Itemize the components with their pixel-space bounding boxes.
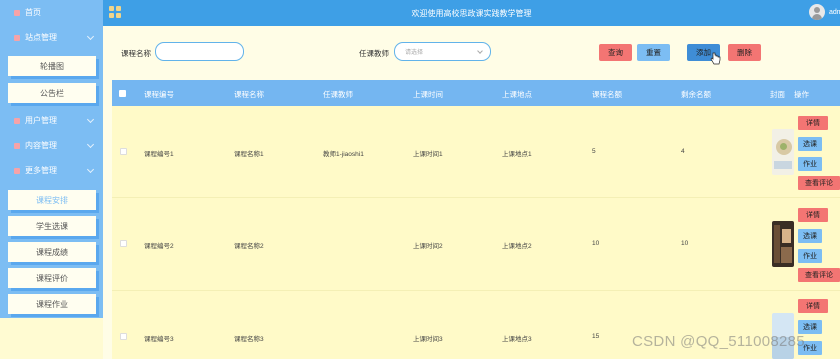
row-checkbox[interactable]: [120, 333, 127, 340]
sidebar-subitem-label: 轮播图: [40, 61, 64, 71]
username[interactable]: adm: [829, 9, 840, 16]
sidebar-subitem-notice[interactable]: 公告栏: [8, 83, 96, 103]
cell-remaining: 4: [681, 148, 685, 155]
watermark: CSDN @QQ_511008285: [632, 333, 805, 350]
sidebar-item-label: 用户管理: [25, 116, 57, 125]
cell-quota: 10: [592, 240, 600, 247]
row-checkbox[interactable]: [120, 240, 127, 247]
sidebar-subitem-label: 课程作业: [36, 299, 68, 309]
query-button[interactable]: 查询: [599, 44, 632, 61]
course-name-label: 课程名称: [121, 49, 151, 58]
sidebar-subitem-course-grades[interactable]: 课程成绩: [8, 242, 96, 262]
sidebar-item-label: 站点管理: [25, 33, 57, 42]
cell-class-time: 上课时间2: [413, 243, 443, 250]
cell-quota: 5: [592, 148, 596, 155]
content-icon: [14, 142, 20, 149]
reset-button[interactable]: 重置: [637, 44, 670, 61]
select-course-button[interactable]: 选课: [798, 229, 822, 243]
chevron-down-icon: [86, 140, 95, 149]
chevron-down-icon: [86, 32, 95, 41]
cell-class-time: 上课时间1: [413, 151, 443, 158]
cover-image: [772, 221, 794, 267]
sidebar-item-site-management[interactable]: 站点管理: [0, 25, 103, 50]
sidebar-item-label: 内容管理: [25, 141, 57, 150]
cell-class-place: 上课地点1: [502, 151, 532, 158]
sidebar-subitem-label: 公告栏: [40, 88, 64, 98]
row-checkbox[interactable]: [120, 148, 127, 155]
table-header: 课程编号 课程名称 任课教师 上课时间 上课地点 课程名额 剩余名额 封面 操作: [112, 80, 840, 106]
cell-teacher: 教师1-jiaoshi1: [323, 151, 364, 158]
cell-class-time: 上课时间3: [413, 336, 443, 343]
sidebar-item-home[interactable]: 首页: [0, 0, 103, 25]
homework-button[interactable]: 作业: [798, 249, 822, 263]
cell-class-place: 上课地点2: [502, 243, 532, 250]
header-quota: 课程名额: [592, 90, 622, 99]
sidebar-subitem-course-evaluation[interactable]: 课程评价: [8, 268, 96, 288]
sidebar-subitem-course-homework[interactable]: 课程作业: [8, 294, 96, 314]
sidebar-item-more-management[interactable]: 更多管理: [0, 158, 103, 183]
sidebar-subitem-label: 课程安排: [36, 195, 68, 205]
course-name-input[interactable]: [155, 42, 244, 61]
table-row[interactable]: 课程编号1 课程名称1 教师1-jiaoshi1 上课时间1 上课地点1 5 4…: [112, 106, 840, 198]
teacher-select-placeholder: 请选择: [405, 50, 424, 56]
view-comments-button[interactable]: 查看评论: [798, 176, 840, 190]
site-icon: [14, 34, 20, 41]
cell-remaining: 10: [681, 240, 689, 247]
teacher-label: 任课教师: [359, 49, 389, 58]
cell-course-code: 课程编号3: [144, 336, 174, 343]
sidebar-subitem-course-schedule[interactable]: 课程安排: [8, 190, 96, 210]
sidebar-subitem-label: 学生选课: [36, 221, 68, 231]
page-title: 欢迎使用高校思政课实践教学管理: [411, 9, 532, 18]
delete-button[interactable]: 删除: [728, 44, 761, 61]
sidebar: 首页 站点管理 轮播图 公告栏 用户管理 内容管理 更多管理 课程安排 学生选课…: [0, 0, 103, 359]
sidebar-item-label: 首页: [25, 8, 41, 17]
header-class-place: 上课地点: [502, 90, 532, 99]
sidebar-subitem-label: 课程成绩: [36, 247, 68, 257]
header-actions: 操作: [794, 90, 809, 99]
table-row[interactable]: 课程编号2 课程名称2 上课时间2 上课地点2 10 10 详情 选课 作业 查…: [112, 198, 840, 291]
hand-cursor-icon: [710, 52, 721, 65]
cell-course-name: 课程名称1: [234, 151, 264, 158]
select-all-checkbox[interactable]: [119, 90, 126, 97]
detail-button[interactable]: 详情: [798, 116, 828, 130]
sidebar-item-user-management[interactable]: 用户管理: [0, 108, 103, 133]
cover-image: [772, 129, 794, 175]
more-icon: [14, 167, 20, 174]
teacher-select[interactable]: 请选择: [394, 42, 491, 61]
header-course-code: 课程编号: [144, 90, 174, 99]
cell-course-name: 课程名称2: [234, 243, 264, 250]
sidebar-item-label: 更多管理: [25, 166, 57, 175]
cell-quota: 15: [592, 333, 600, 340]
top-bar: 欢迎使用高校思政课实践教学管理 adm: [103, 0, 840, 26]
user-icon: [14, 117, 20, 124]
sidebar-item-content-management[interactable]: 内容管理: [0, 133, 103, 158]
sidebar-subitem-carousel[interactable]: 轮播图: [8, 56, 96, 76]
avatar[interactable]: [809, 4, 825, 20]
home-icon: [14, 9, 20, 16]
cell-course-code: 课程编号1: [144, 151, 174, 158]
header-cover: 封面: [770, 90, 785, 99]
homework-button[interactable]: 作业: [798, 157, 822, 171]
chevron-down-icon: [477, 48, 483, 54]
header-remaining: 剩余名额: [681, 90, 711, 99]
cell-course-code: 课程编号2: [144, 243, 174, 250]
header-teacher: 任课教师: [323, 90, 353, 99]
select-course-button[interactable]: 选课: [798, 137, 822, 151]
header-course-name: 课程名称: [234, 90, 264, 99]
detail-button[interactable]: 详情: [798, 299, 828, 313]
detail-button[interactable]: 详情: [798, 208, 828, 222]
view-comments-button[interactable]: 查看评论: [798, 268, 840, 282]
cell-course-name: 课程名称3: [234, 336, 264, 343]
chevron-down-icon: [86, 115, 95, 124]
cell-class-place: 上课地点3: [502, 336, 532, 343]
header-class-time: 上课时间: [413, 90, 443, 99]
chevron-down-icon: [86, 165, 95, 174]
sidebar-subitem-label: 课程评价: [36, 273, 68, 283]
select-course-button[interactable]: 选课: [798, 320, 822, 334]
sidebar-subitem-student-selection[interactable]: 学生选课: [8, 216, 96, 236]
